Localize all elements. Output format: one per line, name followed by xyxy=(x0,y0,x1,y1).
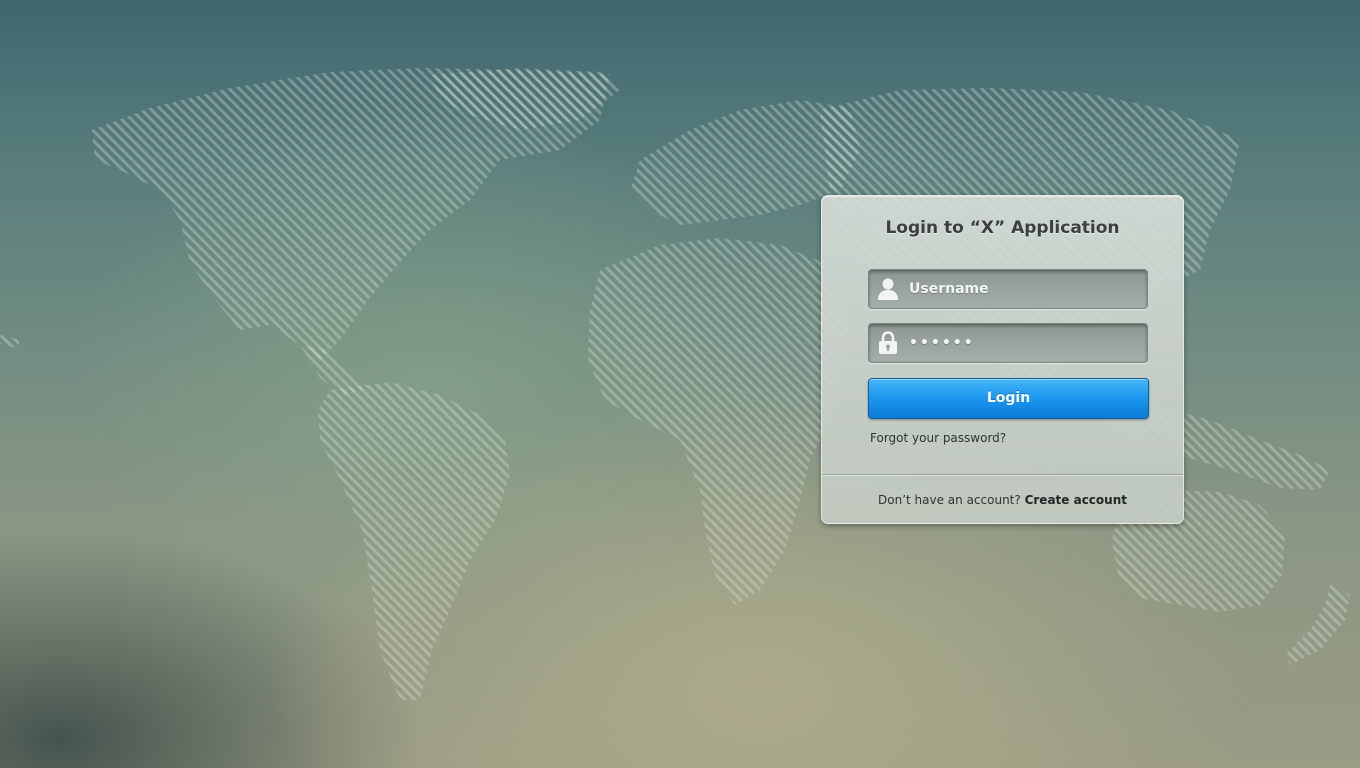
username-field[interactable]: Username xyxy=(868,269,1148,309)
login-panel: Login to “X” Application Username ••••••… xyxy=(821,195,1184,524)
forgot-password-link[interactable]: Forgot your password? xyxy=(870,431,1006,445)
login-title: Login to “X” Application xyxy=(885,218,1120,238)
user-icon xyxy=(878,278,898,300)
login-button[interactable]: Login xyxy=(868,378,1149,419)
username-placeholder: Username xyxy=(909,281,989,297)
create-account-link[interactable]: Create account xyxy=(1025,493,1127,507)
password-field[interactable]: •••••• xyxy=(868,323,1148,363)
panel-divider xyxy=(822,474,1183,476)
signup-prompt: Don’t have an account? xyxy=(878,493,1021,507)
password-masked-value: •••••• xyxy=(909,335,975,351)
lock-icon xyxy=(879,331,897,354)
signup-row: Don’t have an account? Create account xyxy=(822,493,1183,507)
